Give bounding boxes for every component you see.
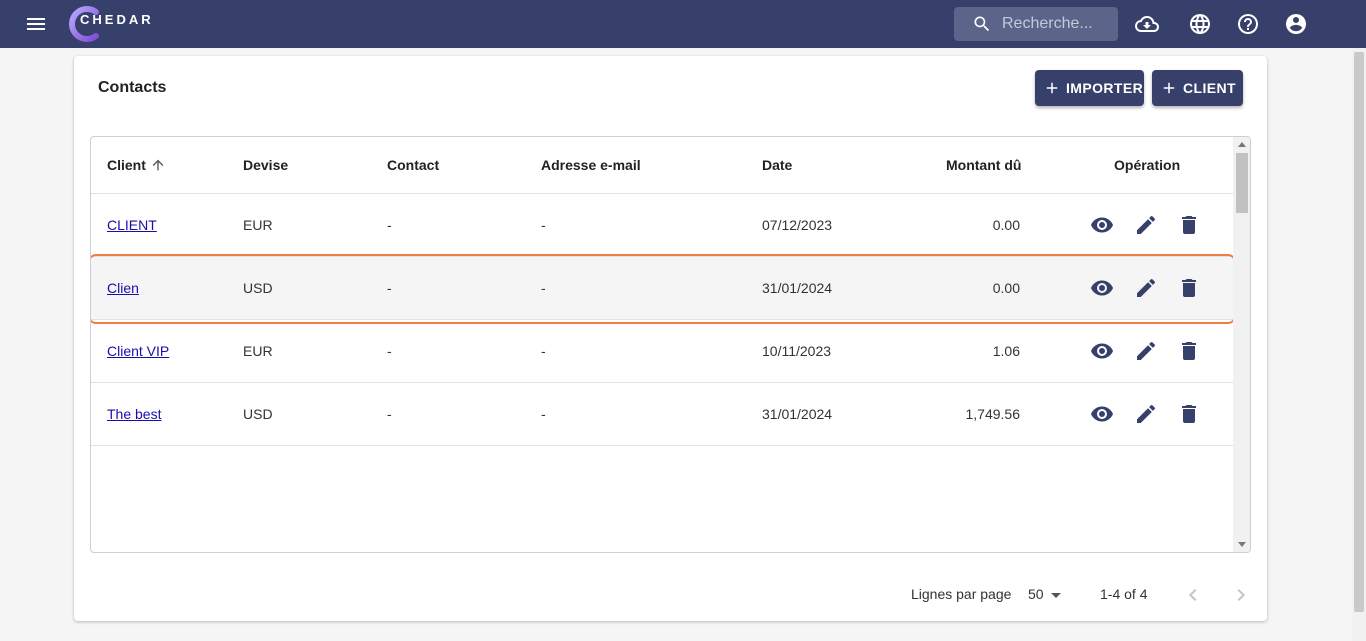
eye-icon[interactable] — [1090, 213, 1114, 237]
search-icon — [974, 16, 990, 32]
table-row: The best USD - - 31/01/2024 1,749.56 — [91, 383, 1233, 446]
eye-icon[interactable] — [1090, 276, 1114, 300]
arrow-up-icon[interactable] — [150, 157, 166, 173]
page-title: Contacts — [98, 79, 167, 96]
cell-montant: 0.00 — [992, 280, 1020, 296]
header-contact: Contact — [387, 157, 440, 173]
cell-contact: - — [387, 217, 392, 233]
cell-email: - — [541, 280, 546, 296]
cell-email: - — [541, 406, 546, 422]
search-box[interactable] — [954, 7, 1118, 41]
cell-email: - — [541, 217, 546, 233]
cell-devise: USD — [243, 406, 273, 422]
cell-contact: - — [387, 280, 392, 296]
header-date: Date — [762, 157, 793, 173]
cell-date: 10/11/2023 — [762, 343, 832, 359]
header-email: Adresse e-mail — [541, 157, 641, 173]
cell-devise: USD — [243, 280, 273, 296]
menu-icon[interactable] — [24, 12, 48, 36]
header-montant: Montant dû — [946, 157, 1022, 173]
cell-date: 31/01/2024 — [762, 406, 833, 422]
search-input[interactable] — [1002, 7, 1114, 41]
top-app-bar: CHEDAR — [0, 0, 1366, 48]
page-scroll-thumb[interactable] — [1354, 52, 1364, 612]
cloud-download-icon[interactable] — [1135, 12, 1159, 36]
import-button-label: IMPORTER — [1066, 80, 1144, 96]
brand-name: CHEDAR — [80, 12, 154, 27]
table-row: Clien USD - - 31/01/2024 0.00 — [91, 257, 1233, 320]
account-icon[interactable] — [1284, 12, 1308, 36]
add-client-button-label: CLIENT — [1183, 80, 1236, 96]
chevron-left-icon[interactable] — [1181, 583, 1205, 607]
cell-contact: - — [387, 343, 392, 359]
import-button[interactable]: IMPORTER — [1035, 70, 1144, 106]
cell-devise: EUR — [243, 343, 273, 359]
pagination-range: 1-4 of 4 — [1100, 586, 1148, 602]
table-header: Client Devise Contact Adresse e-mail Dat… — [91, 137, 1233, 194]
pencil-icon[interactable] — [1134, 213, 1158, 237]
header-client-label: Client — [107, 157, 146, 173]
client-link[interactable]: The best — [107, 406, 161, 422]
client-link[interactable]: CLIENT — [107, 217, 157, 233]
cell-email: - — [541, 343, 546, 359]
table-row: CLIENT EUR - - 07/12/2023 0.00 — [91, 194, 1233, 257]
cell-client[interactable]: The best — [107, 406, 161, 422]
table-row: Client VIP EUR - - 10/11/2023 1.06 — [91, 320, 1233, 383]
cell-montant: 1,749.56 — [965, 406, 1021, 422]
cell-client[interactable]: CLIENT — [107, 217, 157, 233]
cell-montant: 1.06 — [992, 343, 1020, 359]
eye-icon[interactable] — [1090, 339, 1114, 363]
eye-icon[interactable] — [1090, 402, 1114, 426]
cell-date: 07/12/2023 — [762, 217, 833, 233]
trash-icon[interactable] — [1177, 339, 1201, 363]
plus-icon — [1163, 82, 1175, 94]
cell-devise: EUR — [243, 217, 273, 233]
globe-icon[interactable] — [1188, 12, 1212, 36]
contacts-table: Client Devise Contact Adresse e-mail Dat… — [90, 136, 1251, 553]
client-link[interactable]: Clien — [107, 280, 139, 296]
header-devise: Devise — [243, 157, 289, 173]
rows-per-page-value: 50 — [1028, 586, 1044, 602]
add-client-button[interactable]: CLIENT — [1152, 70, 1243, 106]
trash-icon[interactable] — [1177, 402, 1201, 426]
pencil-icon[interactable] — [1134, 402, 1158, 426]
trash-icon[interactable] — [1177, 213, 1201, 237]
rows-per-page-label: Lignes par page — [911, 586, 1012, 602]
help-icon[interactable] — [1236, 12, 1260, 36]
client-link[interactable]: Client VIP — [107, 343, 169, 359]
plus-icon — [1046, 82, 1058, 94]
caret-down-icon — [1051, 593, 1061, 598]
table-scrollbar[interactable] — [1233, 137, 1250, 552]
contacts-card: Contacts IMPORTER CLIENT Client Devise C… — [74, 56, 1267, 621]
pencil-icon[interactable] — [1134, 276, 1158, 300]
trash-icon[interactable] — [1177, 276, 1201, 300]
page-scrollbar[interactable] — [1352, 48, 1366, 641]
cell-date: 31/01/2024 — [762, 280, 833, 296]
chevron-right-icon[interactable] — [1229, 583, 1253, 607]
table-scroll-thumb[interactable] — [1236, 153, 1248, 213]
cell-contact: - — [387, 406, 392, 422]
header-client[interactable]: Client — [107, 157, 166, 173]
cell-client[interactable]: Client VIP — [107, 343, 169, 359]
scroll-up-icon[interactable] — [1238, 142, 1246, 147]
header-operation: Opération — [1114, 157, 1181, 173]
rows-per-page-select[interactable]: 50 — [1028, 585, 1064, 605]
pencil-icon[interactable] — [1134, 339, 1158, 363]
scroll-down-icon[interactable] — [1238, 542, 1246, 547]
cell-montant: 0.00 — [992, 217, 1020, 233]
cell-client[interactable]: Clien — [107, 280, 139, 296]
